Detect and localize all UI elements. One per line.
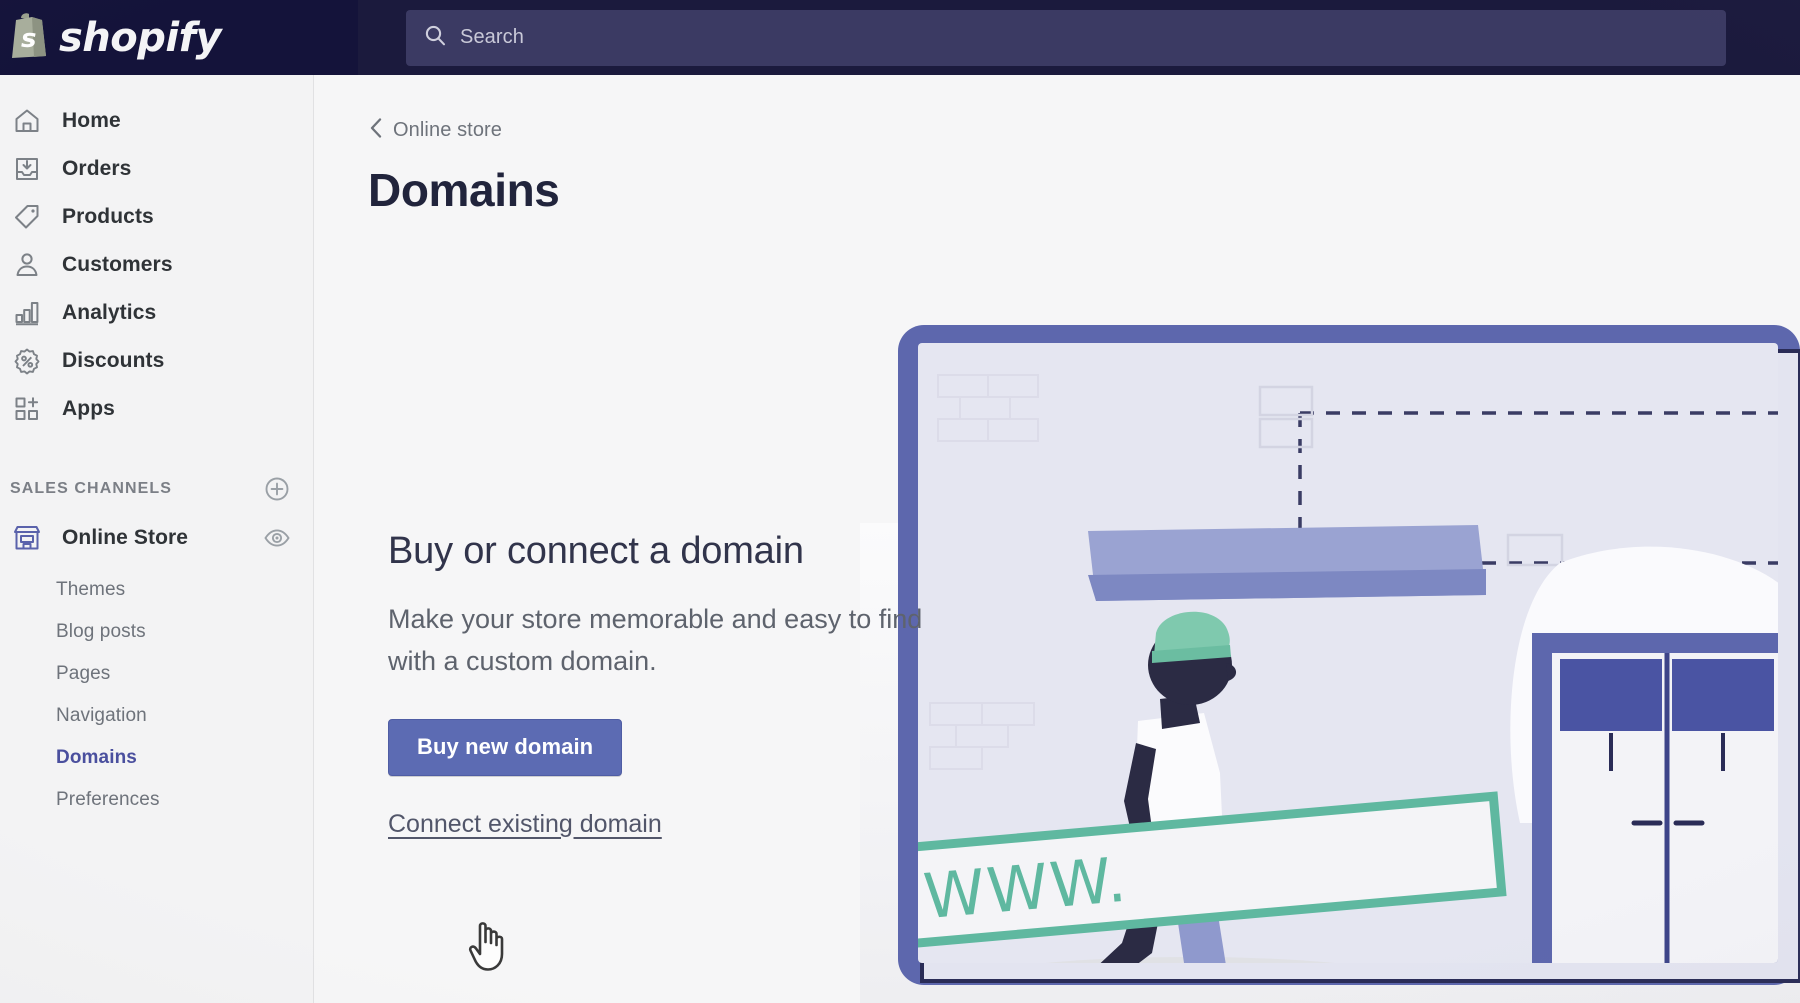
- sidebar-item-orders[interactable]: Orders: [0, 145, 313, 193]
- sidebar-item-label: Analytics: [62, 301, 157, 324]
- sidebar-subitem-label: Pages: [56, 663, 111, 684]
- sidebar-subitem-navigation[interactable]: Navigation: [0, 695, 313, 737]
- search-icon: [424, 24, 446, 51]
- promo-heading: Buy or connect a domain: [388, 530, 804, 572]
- sidebar-item-customers[interactable]: Customers: [0, 241, 313, 289]
- online-store-subnav: Themes Blog posts Pages Navigation Domai…: [0, 563, 313, 821]
- sidebar-item-label: Apps: [62, 397, 115, 420]
- sidebar-subitem-themes[interactable]: Themes: [0, 569, 313, 611]
- sidebar-subitem-preferences[interactable]: Preferences: [0, 779, 313, 821]
- customer-person-icon: [10, 248, 44, 282]
- storefront-icon: [10, 521, 44, 555]
- sidebar-item-label: Discounts: [62, 349, 165, 372]
- shopify-admin-screen: s shopify Search Home Orders Products Cu…: [0, 0, 1800, 1003]
- connect-existing-domain-link[interactable]: Connect existing domain: [388, 810, 662, 839]
- sidebar-subitem-pages[interactable]: Pages: [0, 653, 313, 695]
- product-tag-icon: [10, 200, 44, 234]
- sidebar-item-products[interactable]: Products: [0, 193, 313, 241]
- orders-inbox-icon: [10, 152, 44, 186]
- sidebar-item-online-store[interactable]: Online Store: [0, 513, 313, 563]
- shopify-bag-icon: s: [8, 11, 50, 64]
- sidebar-item-apps[interactable]: Apps: [0, 385, 313, 433]
- page-title: Domains: [368, 164, 560, 216]
- breadcrumb[interactable]: Online store: [368, 117, 502, 144]
- sidebar-item-label: Online Store: [62, 526, 189, 549]
- chevron-left-icon: [368, 117, 384, 144]
- svg-text:WWW.: WWW.: [921, 843, 1131, 934]
- main-content: Online store Domains WWW. Buy or connect…: [314, 75, 1800, 1003]
- svg-text:s: s: [21, 24, 36, 54]
- plus-circle-icon[interactable]: [263, 475, 291, 503]
- breadcrumb-label: Online store: [393, 119, 503, 141]
- search-region: Search: [358, 0, 1800, 75]
- discount-percent-badge-icon: [10, 344, 44, 378]
- buy-new-domain-button[interactable]: Buy new domain: [388, 718, 623, 776]
- sales-channels-title: SALES CHANNELS: [10, 480, 173, 497]
- top-bar: s shopify Search: [0, 0, 1800, 75]
- sidebar-item-label: Home: [62, 109, 121, 132]
- sidebar-item-analytics[interactable]: Analytics: [0, 289, 313, 337]
- promo-body: Make your store memorable and easy to fi…: [388, 604, 923, 676]
- sidebar-item-label: Products: [62, 205, 154, 228]
- sidebar-item-home[interactable]: Home: [0, 97, 313, 145]
- sidebar-item-label: Orders: [62, 157, 132, 180]
- eye-icon[interactable]: [263, 524, 291, 552]
- sidebar-subitem-label: Preferences: [56, 789, 160, 810]
- sidebar: Home Orders Products Customers Analytics…: [0, 75, 314, 1003]
- brand-wordmark: shopify: [59, 14, 222, 61]
- sales-channels-header: SALES CHANNELS: [0, 465, 313, 513]
- sidebar-subitem-blog-posts[interactable]: Blog posts: [0, 611, 313, 653]
- sidebar-subitem-label: Domains: [56, 747, 137, 768]
- sidebar-subitem-domains[interactable]: Domains: [0, 737, 313, 779]
- analytics-bar-chart-icon: [10, 296, 44, 330]
- sidebar-subitem-label: Themes: [56, 579, 126, 600]
- sidebar-item-label: Customers: [62, 253, 173, 276]
- apps-grid-plus-icon: [10, 392, 44, 426]
- buy-connect-domain-panel: Buy or connect a domain Make your store …: [388, 530, 1008, 839]
- home-icon: [10, 104, 44, 138]
- search-input[interactable]: Search: [406, 9, 1726, 66]
- search-placeholder: Search: [460, 26, 524, 48]
- sidebar-item-discounts[interactable]: Discounts: [0, 337, 313, 385]
- sidebar-subitem-label: Navigation: [56, 705, 147, 726]
- sidebar-subitem-label: Blog posts: [56, 621, 146, 642]
- brand-logo[interactable]: s shopify: [0, 0, 358, 75]
